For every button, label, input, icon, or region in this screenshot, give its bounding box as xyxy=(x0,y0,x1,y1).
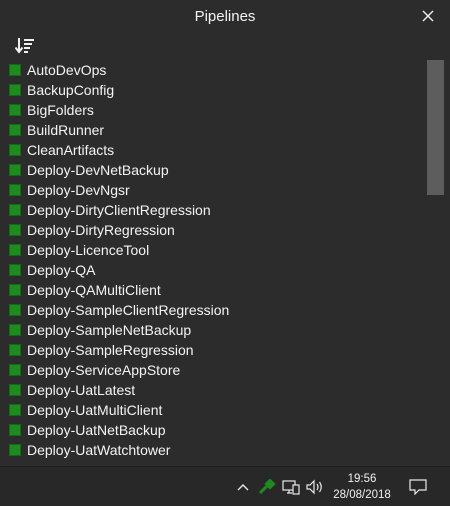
action-center-button[interactable] xyxy=(408,479,428,495)
status-success-icon xyxy=(9,164,21,176)
pipeline-label: BackupConfig xyxy=(27,82,115,98)
gitlab-pipeline-icon xyxy=(258,479,276,495)
pipeline-label: Deploy-UatNetBackup xyxy=(27,422,166,438)
notifications-icon xyxy=(409,479,427,495)
pipeline-label: Deploy-UatLatest xyxy=(27,382,136,398)
close-icon xyxy=(422,10,434,22)
pipeline-list: AutoDevOps BackupConfig BigFolders BuildRun… xyxy=(0,60,426,466)
pipeline-item[interactable]: Deploy-UatLatest xyxy=(0,380,420,400)
pipeline-label: BuildRunner xyxy=(27,122,105,138)
pipeline-item[interactable]: BigFolders xyxy=(0,100,420,120)
status-success-icon xyxy=(9,364,21,376)
pipeline-label: CleanArtifacts xyxy=(27,142,115,158)
window-title: Pipelines xyxy=(194,8,256,25)
pipeline-label: BigFolders xyxy=(27,102,94,118)
pipeline-item[interactable]: BackupConfig xyxy=(0,80,420,100)
volume-icon xyxy=(306,479,322,495)
status-success-icon xyxy=(9,104,21,116)
pipeline-label: Deploy-DirtyClientRegression xyxy=(27,202,211,218)
pipeline-item[interactable]: Deploy-SampleClientRegression xyxy=(0,300,420,320)
pipeline-item[interactable]: Deploy-UatNetBackup xyxy=(0,420,420,440)
pipeline-label: Deploy-QAMultiClient xyxy=(27,282,161,298)
pipelines-window: Pipelines AutoDevOps BackupConfig BigFolde… xyxy=(0,0,450,466)
status-success-icon xyxy=(9,124,21,136)
pipeline-item[interactable]: Deploy-DevNetBackup xyxy=(0,160,420,180)
pipeline-item[interactable]: Deploy-LicenceTool xyxy=(0,240,420,260)
pipeline-item[interactable]: BuildRunner xyxy=(0,120,420,140)
status-success-icon xyxy=(9,344,21,356)
network-icon xyxy=(282,480,300,495)
clock[interactable]: 19:56 28/08/2018 xyxy=(330,471,394,503)
status-success-icon xyxy=(9,404,21,416)
close-button[interactable] xyxy=(420,6,436,26)
pipeline-item[interactable]: Deploy-QAMultiClient xyxy=(0,280,420,300)
pipeline-label: Deploy-SampleRegression xyxy=(27,342,194,358)
status-success-icon xyxy=(9,424,21,436)
pipeline-item[interactable]: AutoDevOps xyxy=(0,60,420,80)
pipeline-item[interactable]: Deploy-DevNgsr xyxy=(0,180,420,200)
status-success-icon xyxy=(9,444,21,456)
clock-date: 28/08/2018 xyxy=(333,489,391,501)
clock-time: 19:56 xyxy=(347,473,377,485)
status-success-icon xyxy=(9,324,21,336)
scrollbar-thumb[interactable] xyxy=(427,60,444,195)
title-bar: Pipelines xyxy=(0,0,450,34)
status-success-icon xyxy=(9,244,21,256)
pipeline-tray-button[interactable] xyxy=(258,479,276,495)
status-success-icon xyxy=(9,284,21,296)
pipeline-label: AutoDevOps xyxy=(27,62,107,78)
pipeline-label: Deploy-SampleNetBackup xyxy=(27,322,192,338)
status-success-icon xyxy=(9,384,21,396)
pipeline-item[interactable]: Deploy-ServiceAppStore xyxy=(0,360,420,380)
status-success-icon xyxy=(9,264,21,276)
pipeline-label: Deploy-DirtyRegression xyxy=(27,222,175,238)
pipeline-label: Deploy-SampleClientRegression xyxy=(27,302,230,318)
pipeline-label: Deploy-UatWatchtower xyxy=(27,442,171,458)
vertical-scrollbar[interactable] xyxy=(427,60,444,466)
pipeline-item[interactable]: CleanArtifacts xyxy=(0,140,420,160)
pipeline-label: Deploy-DevNgsr xyxy=(27,182,130,198)
pipeline-label: Deploy-LicenceTool xyxy=(27,242,150,258)
pipeline-label: Deploy-QA xyxy=(27,262,96,278)
pipeline-item[interactable]: Deploy-UatWatchtower xyxy=(0,440,420,460)
status-success-icon xyxy=(9,204,21,216)
sort-descending-icon xyxy=(14,38,34,54)
status-success-icon xyxy=(9,304,21,316)
network-button[interactable] xyxy=(282,479,300,495)
pipeline-item[interactable]: Deploy-DirtyClientRegression xyxy=(0,200,420,220)
pipeline-label: Deploy-ServiceAppStore xyxy=(27,362,181,378)
pipeline-label: Deploy-UatMultiClient xyxy=(27,402,163,418)
status-success-icon xyxy=(9,184,21,196)
pipeline-item[interactable]: Deploy-UatMultiClient xyxy=(0,400,420,420)
taskbar: 19:56 28/08/2018 xyxy=(0,466,450,506)
show-hidden-icons-button[interactable] xyxy=(236,479,250,495)
status-success-icon xyxy=(9,64,21,76)
volume-button[interactable] xyxy=(305,479,325,495)
pipeline-item[interactable]: Deploy-SampleNetBackup xyxy=(0,320,420,340)
status-success-icon xyxy=(9,84,21,96)
toolbar xyxy=(0,34,450,56)
chevron-up-icon xyxy=(237,484,249,491)
pipeline-item[interactable]: Deploy-DirtyRegression xyxy=(0,220,420,240)
status-success-icon xyxy=(9,144,21,156)
sort-button[interactable] xyxy=(14,37,35,54)
pipeline-item[interactable]: Deploy-QA xyxy=(0,260,420,280)
status-success-icon xyxy=(9,224,21,236)
pipeline-item[interactable]: Deploy-SampleRegression xyxy=(0,340,420,360)
pipeline-label: Deploy-DevNetBackup xyxy=(27,162,169,178)
